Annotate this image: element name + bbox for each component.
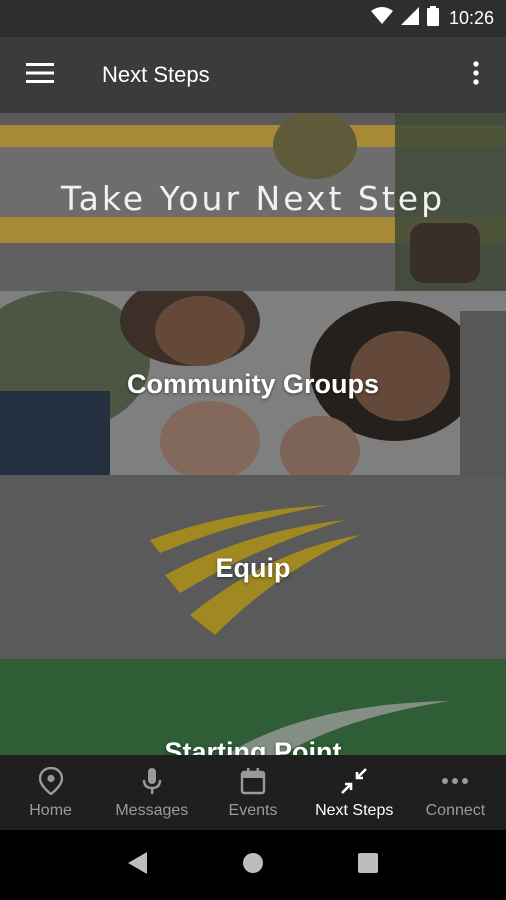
nav-item-home[interactable]: Home <box>0 755 101 830</box>
more-horiz-icon <box>440 766 470 796</box>
page-title: Next Steps <box>102 62 210 87</box>
nav-item-events[interactable]: Events <box>202 755 303 830</box>
home-circle-icon <box>242 852 264 879</box>
recents-button[interactable] <box>338 835 398 895</box>
system-nav-bar <box>0 830 506 900</box>
nav-label-events: Events <box>228 801 278 819</box>
status-icons <box>370 6 439 31</box>
battery-icon <box>426 6 439 31</box>
hero-title: Take Your Next Step <box>60 179 446 218</box>
overflow-menu-button[interactable] <box>446 37 506 113</box>
content-list[interactable]: Take Your Next Step Community Groups Equ… <box>0 113 506 755</box>
nav-label-next-steps: Next Steps <box>315 801 394 819</box>
status-bar: 10:26 <box>0 0 506 37</box>
starting-point-card[interactable]: Starting Point <box>0 659 506 755</box>
nav-label-connect: Connect <box>425 801 486 819</box>
microphone-icon <box>137 766 167 796</box>
community-groups-card[interactable]: Community Groups <box>0 291 506 475</box>
equip-label: Equip <box>215 553 291 583</box>
wifi-icon <box>370 7 393 30</box>
nav-item-messages[interactable]: Messages <box>101 755 202 830</box>
back-button[interactable] <box>108 835 168 895</box>
more-vert-icon <box>473 60 479 90</box>
nav-item-connect[interactable]: Connect <box>405 755 506 830</box>
nav-item-next-steps[interactable]: Next Steps <box>304 755 405 830</box>
home-button[interactable] <box>223 835 283 895</box>
status-time: 10:26 <box>448 8 494 28</box>
back-triangle-icon <box>127 851 149 880</box>
starting-point-label: Starting Point <box>164 737 342 755</box>
arrows-inward-icon <box>339 766 369 796</box>
menu-button[interactable] <box>0 37 80 113</box>
nav-label-home: Home <box>29 801 72 819</box>
bottom-nav: Home Messages Events Next Steps Connect <box>0 755 506 830</box>
location-pin-icon <box>36 766 66 796</box>
recents-square-icon <box>358 852 379 878</box>
community-groups-label: Community Groups <box>126 369 379 399</box>
hero-banner: Take Your Next Step <box>0 113 506 291</box>
nav-label-messages: Messages <box>115 801 189 819</box>
hamburger-icon <box>26 62 54 89</box>
app-bar: Next Steps <box>0 37 506 113</box>
equip-card[interactable]: Equip <box>0 475 506 659</box>
calendar-icon <box>238 766 268 796</box>
signal-icon <box>400 7 419 30</box>
